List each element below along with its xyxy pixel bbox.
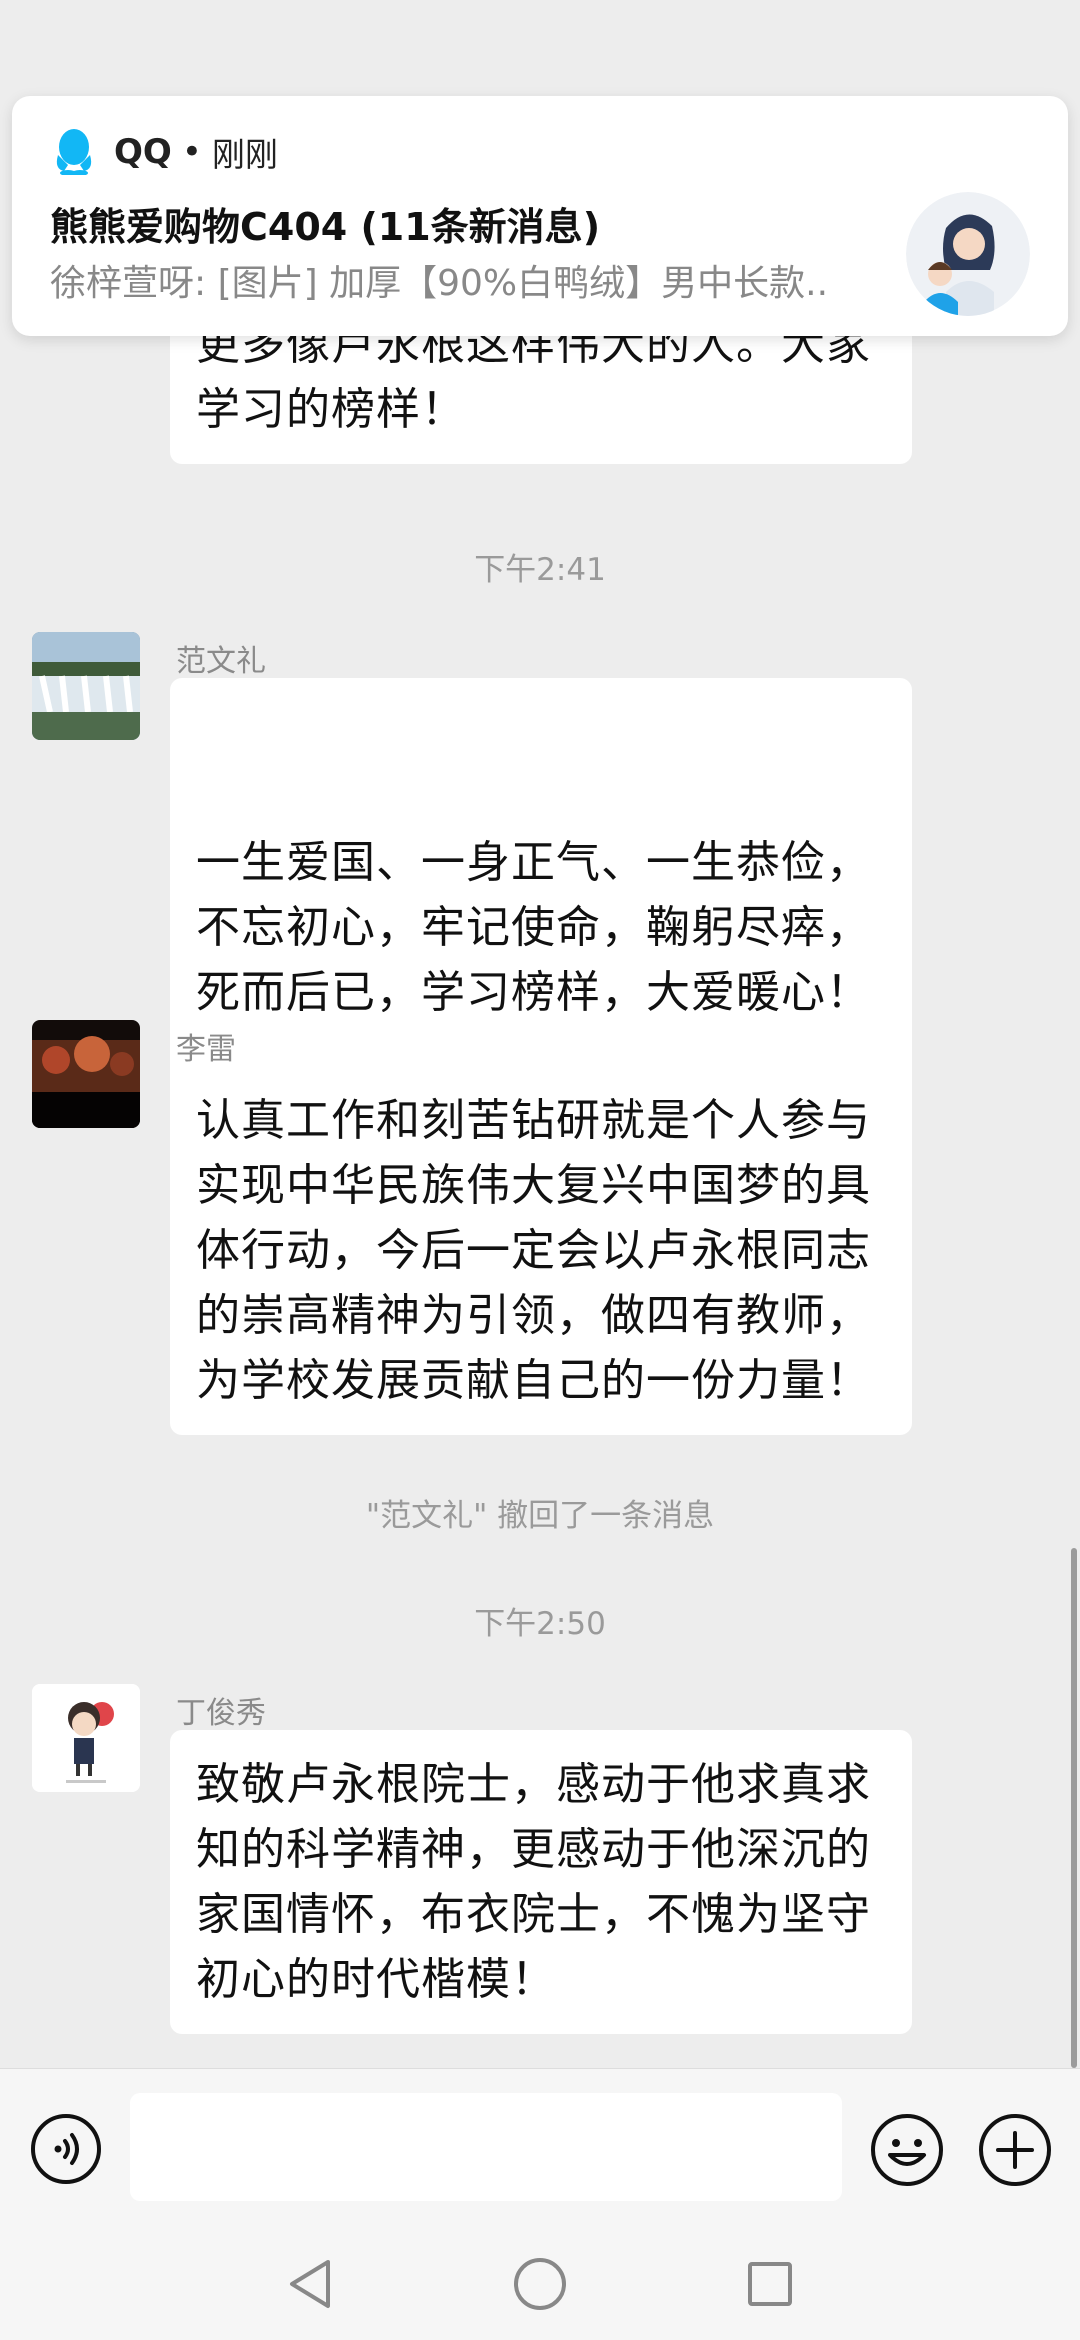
more-button[interactable] xyxy=(978,2113,1052,2191)
sender-name: 李雷 xyxy=(176,1032,236,1067)
group-avatar xyxy=(906,192,1030,316)
avatar-street[interactable] xyxy=(32,1020,140,1128)
avatar-girl[interactable] xyxy=(32,1684,140,1792)
qq-notification[interactable]: QQ • 刚刚 熊熊爱购物C404 (11条新消息) 徐梓萱呀: [图片] 加厚… xyxy=(12,96,1068,336)
back-nav-icon xyxy=(290,2260,330,2308)
voice-button[interactable] xyxy=(30,2113,102,2189)
home-nav-button[interactable] xyxy=(512,2256,568,2316)
recents-nav-button[interactable] xyxy=(744,2256,796,2316)
qq-penguin-icon xyxy=(52,125,96,179)
notification-preview: 徐梓萱呀: [图片] 加厚【90%白鸭绒】男中长款.. xyxy=(50,263,829,304)
recents-nav-icon xyxy=(748,2262,792,2306)
input-bar xyxy=(0,2068,1080,2229)
message-text: 一生爱国、一身正气、一生恭俭， 不忘初心，牢记使命，鞠躬尽瘁， 死而后已，学习榜… xyxy=(196,837,871,1018)
emoji-icon xyxy=(871,2114,943,2186)
app-name: QQ xyxy=(114,132,172,172)
notification-title: 熊熊爱购物C404 (11条新消息) xyxy=(50,205,601,249)
scrollbar[interactable] xyxy=(1071,1548,1077,2068)
sender-name: 范文礼 xyxy=(176,644,266,679)
timestamp: 下午2:50 xyxy=(474,1606,606,1642)
emoji-button[interactable] xyxy=(870,2113,944,2191)
message-input[interactable] xyxy=(130,2093,842,2201)
sender-name: 丁俊秀 xyxy=(176,1696,266,1731)
message-bubble[interactable]: 致敬卢永根院士，感动于他求真求 知的科学精神，更感动于他深沉的 家国情怀，布衣院… xyxy=(170,1730,912,2034)
back-nav-button[interactable] xyxy=(284,2256,336,2316)
notification-time: 刚刚 xyxy=(211,135,278,174)
recall-notice: "范文礼" 撤回了一条消息 xyxy=(365,1498,715,1534)
system-nav-bar xyxy=(0,2228,1080,2340)
separator-dot: • xyxy=(181,132,202,172)
voice-icon xyxy=(31,2114,101,2184)
avatar-waterfall[interactable] xyxy=(32,632,140,740)
plus-icon xyxy=(979,2114,1051,2186)
timestamp: 下午2:41 xyxy=(474,552,606,588)
message-bubble[interactable]: 认真工作和刻苦钻研就是个人参与 实现中华民族伟大复兴中国梦的具 体行动，今后一定… xyxy=(170,1066,912,1435)
home-nav-icon xyxy=(514,2258,566,2310)
